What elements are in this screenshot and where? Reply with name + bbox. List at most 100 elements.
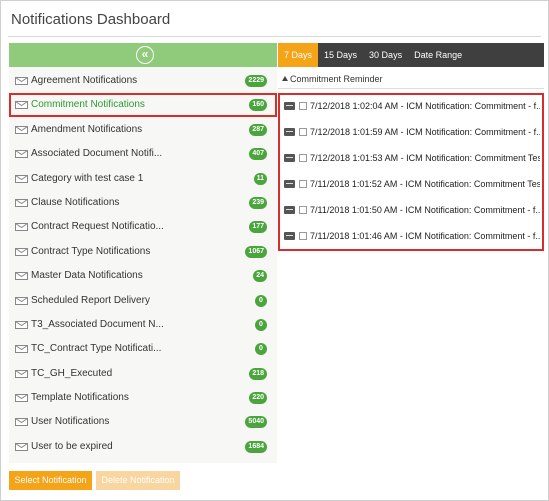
message-icon: [284, 180, 295, 188]
date-filter-tabs: 7 Days 15 Days 30 Days Date Range: [278, 43, 544, 67]
message-checkbox[interactable]: [299, 180, 307, 188]
count-badge: 0: [255, 294, 267, 307]
list-item-label: T3_Associated Document N...: [31, 318, 164, 330]
envelope-icon: [15, 125, 28, 134]
count-badge: 239: [249, 196, 267, 209]
list-item[interactable]: Contract Request Notificatio... 177: [9, 215, 277, 239]
message-checkbox[interactable]: [299, 102, 307, 110]
list-item-label: User Notifications: [31, 416, 110, 428]
message-icon: [284, 128, 295, 136]
list-item[interactable]: T3_Associated Document N... 0: [9, 313, 277, 337]
page-title: Notifications Dashboard: [11, 11, 171, 28]
list-item[interactable]: User to be expired 1684: [9, 435, 277, 459]
envelope-icon: [15, 150, 28, 159]
list-item[interactable]: Agreement Notifications 2229: [9, 69, 277, 93]
message-icon: [284, 232, 295, 240]
list-item[interactable]: Template Notifications 220: [9, 386, 277, 410]
double-chevron-left-icon[interactable]: «: [136, 46, 154, 64]
list-item-label: User to be expired: [31, 440, 113, 452]
notification-type-list: Agreement Notifications 2229 Commitment No…: [9, 69, 277, 459]
list-item[interactable]: Scheduled Report Delivery 0: [9, 289, 277, 313]
count-badge: 24: [253, 270, 267, 283]
notifications-window: Notifications Dashboard « Agreement Noti…: [0, 0, 549, 501]
message-text: 7/11/2018 1:01:50 AM - ICM Notification:…: [310, 205, 540, 215]
title-divider: [8, 36, 541, 37]
envelope-icon: [15, 198, 28, 207]
list-item[interactable]: Master Data Notifications 24: [9, 264, 277, 288]
list-item-label: Amendment Notifications: [31, 123, 143, 135]
list-item[interactable]: Contract Type Notifications 1067: [9, 240, 277, 264]
message-text: 7/12/2018 1:01:59 AM - ICM Notification:…: [310, 127, 540, 137]
envelope-icon: [15, 394, 28, 403]
tab-30-days[interactable]: 30 Days: [363, 43, 408, 67]
tab-7-days[interactable]: 7 Days: [278, 43, 319, 67]
envelope-icon: [15, 174, 28, 183]
message-row[interactable]: 7/11/2018 1:01:50 AM - ICM Notification:…: [280, 201, 542, 227]
list-item-label: Associated Document Notifi...: [31, 148, 163, 160]
list-item[interactable]: TC_Contract Type Notificati... 0: [9, 337, 277, 361]
list-item-label: TC_GH_Executed: [31, 367, 113, 379]
delete-notification-button[interactable]: Delete Notification: [96, 471, 180, 490]
envelope-icon: [15, 442, 28, 451]
message-checkbox[interactable]: [299, 154, 307, 162]
message-icon: [284, 206, 295, 214]
message-icon: [284, 154, 295, 162]
list-item[interactable]: Commitment Notifications 160: [9, 93, 277, 118]
message-text: 7/12/2018 1:02:04 AM - ICM Notification:…: [310, 101, 540, 111]
message-icon: [284, 102, 295, 110]
count-badge: 2229: [245, 75, 267, 87]
message-row[interactable]: 7/11/2018 1:01:52 AM - ICM Notification:…: [280, 175, 542, 201]
count-badge: 287: [249, 123, 267, 136]
message-text: 7/12/2018 1:01:53 AM - ICM Notification:…: [310, 153, 540, 163]
list-item-label: Agreement Notifications: [31, 75, 138, 86]
message-row[interactable]: 7/11/2018 1:01:46 AM - ICM Notification:…: [280, 227, 542, 253]
message-row[interactable]: 7/12/2018 1:01:59 AM - ICM Notification:…: [280, 123, 542, 149]
list-item-label: TC_Contract Type Notificati...: [31, 343, 162, 355]
message-text: 7/11/2018 1:01:52 AM - ICM Notification:…: [310, 179, 540, 189]
list-item[interactable]: TC_GH_Executed 218: [9, 362, 277, 386]
envelope-icon: [15, 296, 28, 305]
count-badge: 177: [249, 221, 267, 234]
envelope-icon: [15, 247, 28, 256]
list-item[interactable]: Associated Document Notifi... 407: [9, 142, 277, 166]
list-item[interactable]: User Notifications 5040: [9, 410, 277, 434]
message-checkbox[interactable]: [299, 232, 307, 240]
tab-15-days[interactable]: 15 Days: [318, 43, 363, 67]
message-checkbox[interactable]: [299, 128, 307, 136]
count-badge: 0: [255, 343, 267, 356]
message-text: 7/11/2018 1:01:46 AM - ICM Notification:…: [310, 231, 540, 241]
list-item-label: Category with test case 1: [31, 172, 144, 184]
list-item-label: Template Notifications: [31, 392, 129, 404]
notification-type-panel: « Agreement Notifications 2229 Commitment …: [9, 43, 277, 463]
select-notification-button[interactable]: Select Notification: [9, 471, 92, 490]
message-row[interactable]: 7/12/2018 1:02:04 AM - ICM Notification:…: [280, 97, 542, 123]
group-label: Commitment Reminder: [290, 74, 383, 84]
list-item[interactable]: Clause Notifications 239: [9, 191, 277, 215]
message-list: 7/12/2018 1:02:04 AM - ICM Notification:…: [278, 93, 544, 251]
list-item-label: Contract Request Notificatio...: [31, 221, 164, 233]
envelope-icon: [15, 320, 28, 329]
list-item-label: Master Data Notifications: [31, 270, 143, 282]
collapse-triangle-icon[interactable]: [282, 76, 288, 81]
count-badge: 1684: [245, 440, 267, 453]
envelope-icon: [15, 272, 28, 281]
count-badge: 0: [255, 318, 267, 331]
count-badge: 1067: [245, 245, 267, 258]
envelope-icon: [15, 369, 28, 378]
list-item[interactable]: Amendment Notifications 287: [9, 118, 277, 142]
count-badge: 220: [249, 392, 267, 405]
selection-highlight: [9, 93, 277, 118]
message-checkbox[interactable]: [299, 206, 307, 214]
count-badge: 11: [253, 172, 267, 185]
count-badge: 407: [249, 148, 267, 161]
envelope-icon: [15, 77, 28, 85]
tab-date-range[interactable]: Date Range: [408, 43, 468, 67]
list-item[interactable]: Category with test case 1 11: [9, 167, 277, 191]
list-item-label: Contract Type Notifications: [31, 245, 151, 257]
list-item-label: Clause Notifications: [31, 196, 120, 208]
panel-header: «: [9, 43, 277, 67]
message-row[interactable]: 7/12/2018 1:01:53 AM - ICM Notification:…: [280, 149, 542, 175]
count-badge: 5040: [245, 416, 267, 429]
envelope-icon: [15, 418, 28, 427]
group-header[interactable]: Commitment Reminder: [278, 71, 544, 89]
